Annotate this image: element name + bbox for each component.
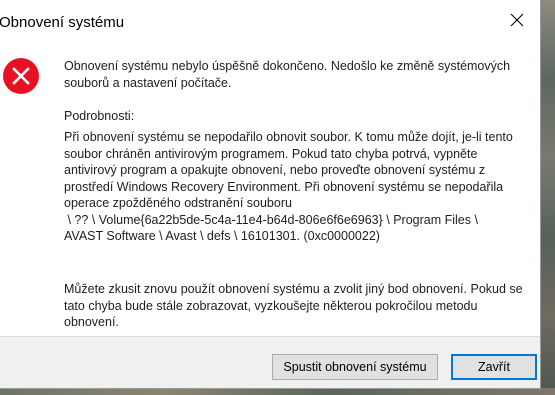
close-button[interactable] bbox=[494, 0, 540, 40]
details-line: Při obnovení systému se nepodařilo obnov… bbox=[64, 130, 513, 144]
dialog-content: Obnovení systému nebylo úspěšně dokončen… bbox=[0, 40, 540, 336]
title-bar: Obnovení systému bbox=[0, 0, 540, 40]
suggestion-text: Můžete zkusit znovu použít obnovení syst… bbox=[64, 281, 526, 331]
error-message: Obnovení systému nebylo úspěšně dokončen… bbox=[64, 59, 511, 90]
close-icon bbox=[510, 13, 524, 27]
desktop-background bbox=[539, 0, 555, 395]
details-line: antivirový program a opakujte obnovení, … bbox=[64, 163, 486, 177]
close-dialog-button[interactable]: Zavřít bbox=[451, 354, 537, 380]
suggestion-line: obnovení. bbox=[64, 315, 119, 329]
system-restore-dialog: Obnovení systému Obnovení systému nebylo… bbox=[0, 0, 541, 389]
details-line: \ ?? \ Volume{6a22b5de-5c4a-11e4-b64d-80… bbox=[64, 212, 478, 227]
details-line: soubor chráněn antivirovým programem. Po… bbox=[64, 146, 478, 161]
suggestion-line: tato chyba bude stále zobrazovat, vyzkou… bbox=[64, 298, 478, 313]
start-system-restore-button[interactable]: Spustit obnovení systému bbox=[272, 354, 438, 380]
details-line: prostředí Windows Recovery Environment. … bbox=[64, 179, 504, 194]
details-text: Při obnovení systému se nepodařilo obnov… bbox=[64, 129, 526, 245]
error-icon bbox=[3, 58, 39, 94]
desktop-background-bottom bbox=[0, 388, 555, 395]
details-line: operace zpožděného odstranění souboru bbox=[64, 196, 292, 210]
window-title: Obnovení systému bbox=[0, 14, 125, 31]
dialog-footer: Spustit obnovení systému Zavřít bbox=[0, 336, 540, 388]
suggestion-line: Můžete zkusit znovu použít obnovení syst… bbox=[64, 282, 523, 296]
details-line: AVAST Software \ Avast \ defs \ 16101301… bbox=[64, 229, 380, 243]
details-label: Podrobnosti: bbox=[64, 109, 135, 123]
